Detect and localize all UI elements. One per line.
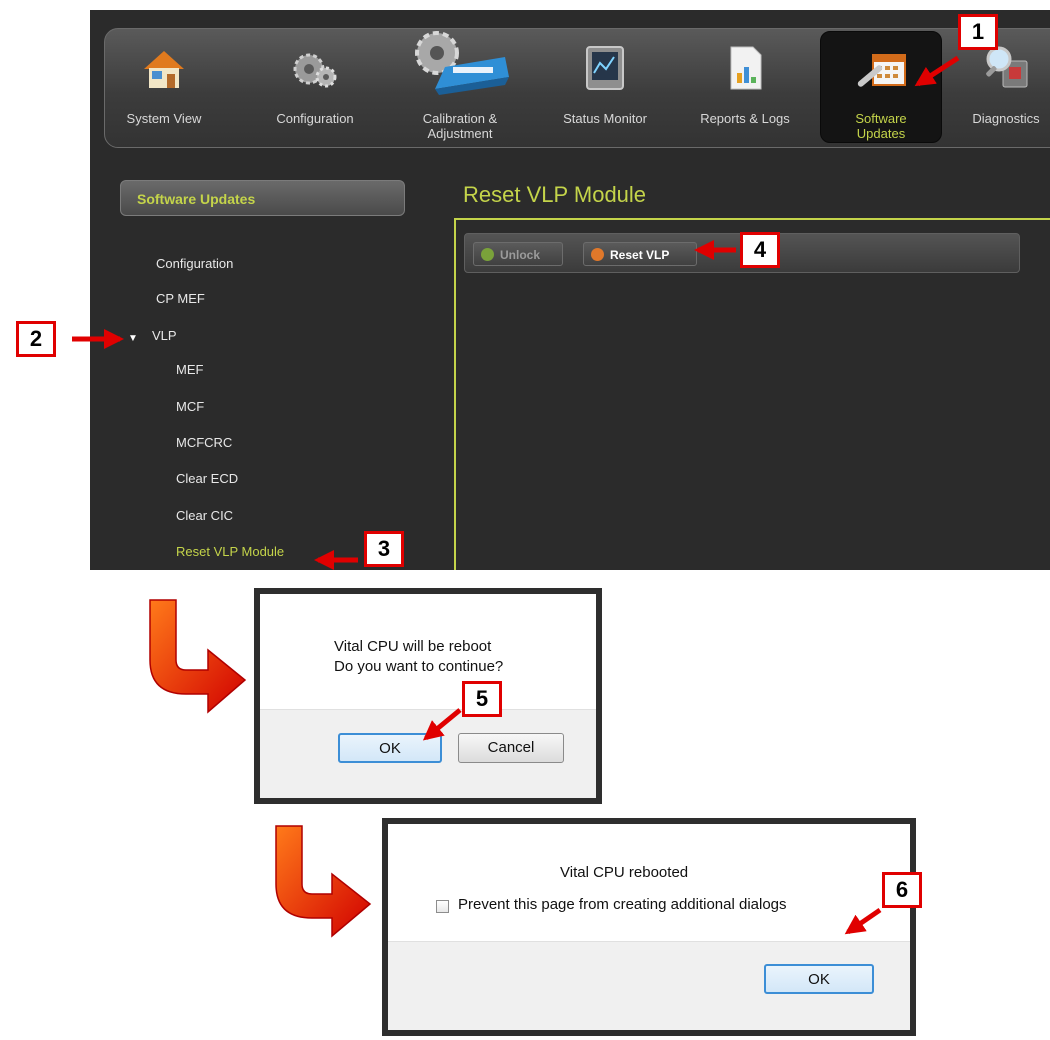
arrow-1 — [914, 55, 960, 87]
callout-1: 1 — [958, 14, 998, 50]
flow-arrow-1-icon — [149, 599, 247, 714]
callout-3: 3 — [364, 531, 404, 567]
arrow-5 — [422, 708, 462, 741]
flow-arrow-2-icon — [275, 825, 372, 938]
callout-4: 4 — [740, 232, 780, 268]
callout-2: 2 — [16, 321, 56, 357]
callout-6: 6 — [882, 872, 922, 908]
callout-5: 5 — [462, 681, 502, 717]
arrow-6 — [844, 907, 882, 935]
